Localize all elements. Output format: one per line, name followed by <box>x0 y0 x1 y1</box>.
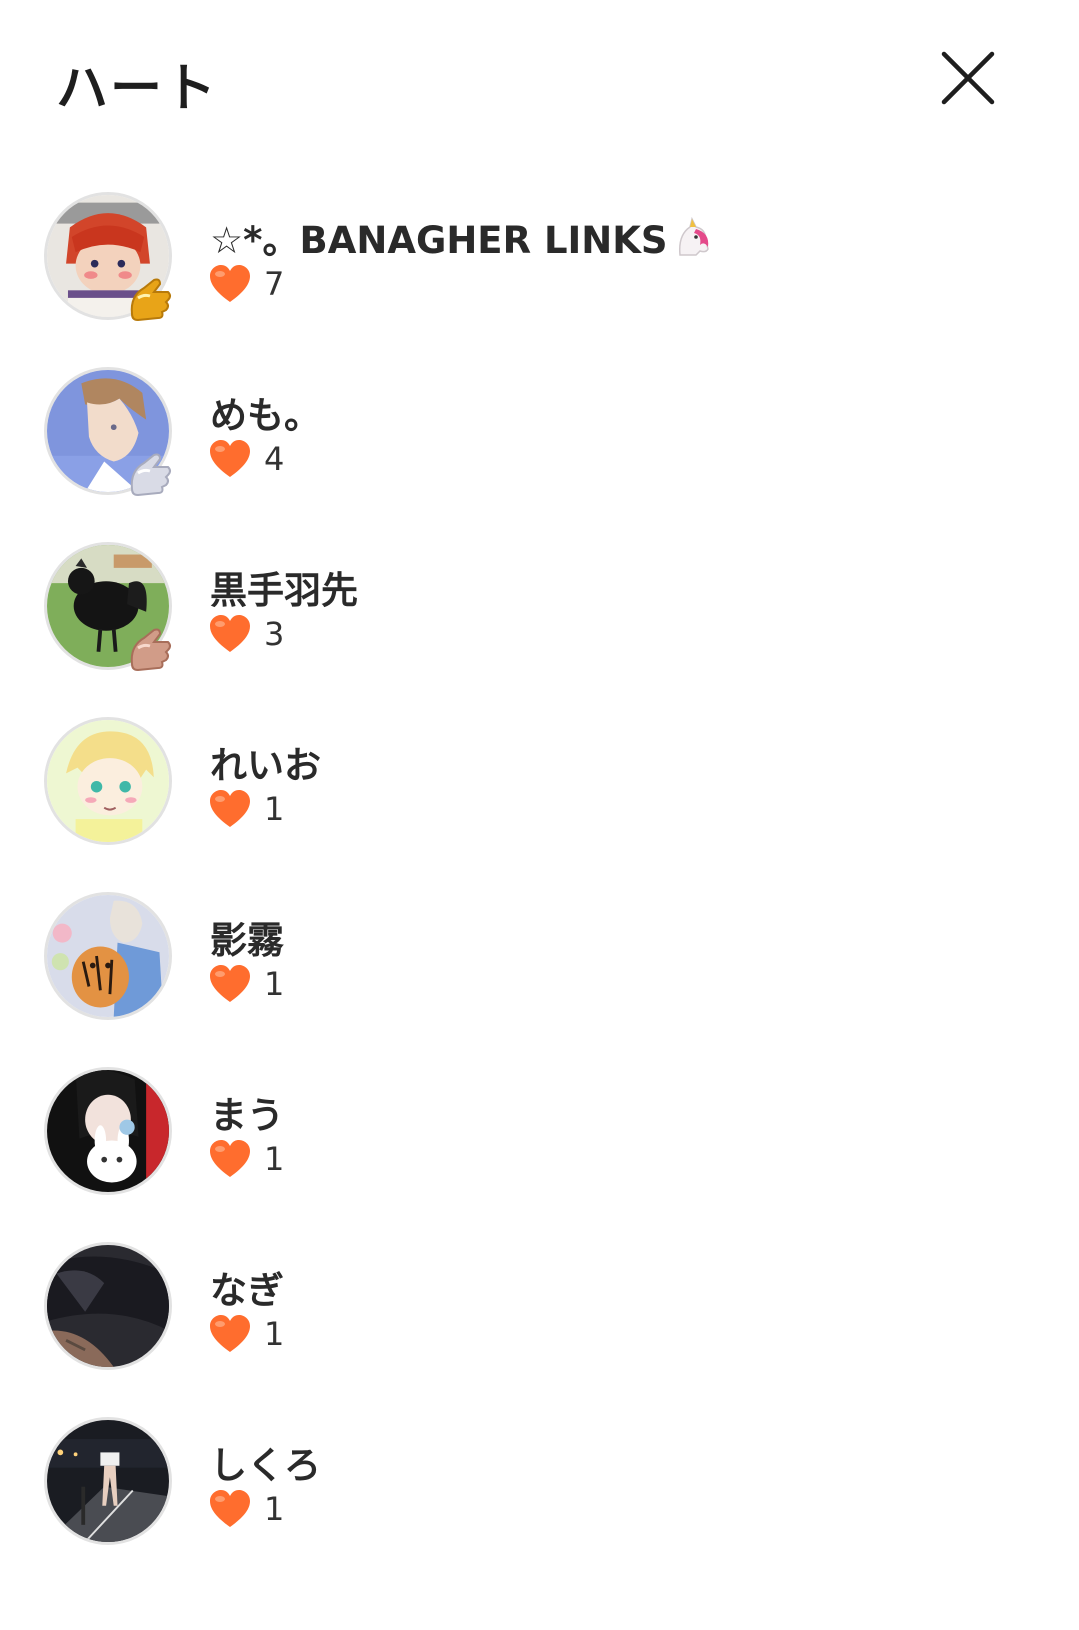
bronze-badge-icon <box>130 628 171 672</box>
user-name[interactable]: めも。 <box>210 385 321 439</box>
heart-icon <box>210 1490 250 1527</box>
user-name[interactable]: まう <box>210 1085 284 1139</box>
list-item[interactable]: しくろ 1 <box>0 1417 1079 1592</box>
user-name[interactable]: なぎ <box>210 1260 284 1314</box>
heart-count: 4 <box>208 439 284 479</box>
avatar[interactable] <box>44 1417 172 1545</box>
unicorn-emoji-icon <box>678 216 709 256</box>
silver-badge-icon <box>130 453 171 497</box>
user-name[interactable]: ☆*。BANAGHER LINKS <box>210 210 714 264</box>
gold-badge-icon <box>130 278 171 322</box>
heart-count-value: 1 <box>264 965 285 1003</box>
list-item[interactable]: まう 1 <box>0 1067 1079 1242</box>
list-item[interactable]: 黒手羽先 3 <box>0 542 1079 717</box>
page-title: ハート <box>56 59 219 119</box>
user-name[interactable]: 影霧 <box>210 910 284 964</box>
heart-icon <box>210 1140 250 1177</box>
heart-count-value: 1 <box>264 1140 285 1178</box>
heart-count-value: 4 <box>264 440 285 478</box>
close-button[interactable] <box>940 50 996 106</box>
list-item[interactable]: れいお 1 <box>0 717 1079 892</box>
heart-icon <box>210 790 250 827</box>
heart-icon <box>210 965 250 1002</box>
list-item[interactable]: なぎ 1 <box>0 1242 1079 1417</box>
heart-count: 1 <box>208 1314 284 1354</box>
heart-count: 7 <box>208 264 284 304</box>
heart-count: 1 <box>208 1489 284 1529</box>
heart-count: 3 <box>208 614 284 654</box>
user-name[interactable]: しくろ <box>210 1435 321 1489</box>
heart-icon <box>210 615 250 652</box>
avatar[interactable] <box>44 1067 172 1195</box>
avatar[interactable] <box>44 1242 172 1370</box>
avatar[interactable] <box>44 892 172 1020</box>
heart-count: 1 <box>208 789 284 829</box>
avatar[interactable] <box>44 717 172 845</box>
heart-count-value: 1 <box>264 1490 285 1528</box>
heart-count: 1 <box>208 964 284 1004</box>
user-name[interactable]: 黒手羽先 <box>210 560 358 614</box>
heart-user-list: ☆*。BANAGHER LINKS 7 めも。 4 黒手羽先 3 れいお 1 影… <box>0 192 1079 1592</box>
heart-icon <box>210 1315 250 1352</box>
list-item[interactable]: 影霧 1 <box>0 892 1079 1067</box>
heart-count-value: 7 <box>264 265 285 303</box>
heart-icon <box>210 440 250 477</box>
sheet-header: ハート <box>0 0 1079 170</box>
heart-count-value: 1 <box>264 1315 285 1353</box>
heart-count-value: 3 <box>264 615 285 653</box>
heart-icon <box>210 265 250 302</box>
list-item[interactable]: ☆*。BANAGHER LINKS 7 <box>0 192 1079 367</box>
list-item[interactable]: めも。 4 <box>0 367 1079 542</box>
close-icon <box>941 51 995 105</box>
heart-count: 1 <box>208 1139 284 1179</box>
user-name[interactable]: れいお <box>210 735 321 789</box>
heart-count-value: 1 <box>264 790 285 828</box>
